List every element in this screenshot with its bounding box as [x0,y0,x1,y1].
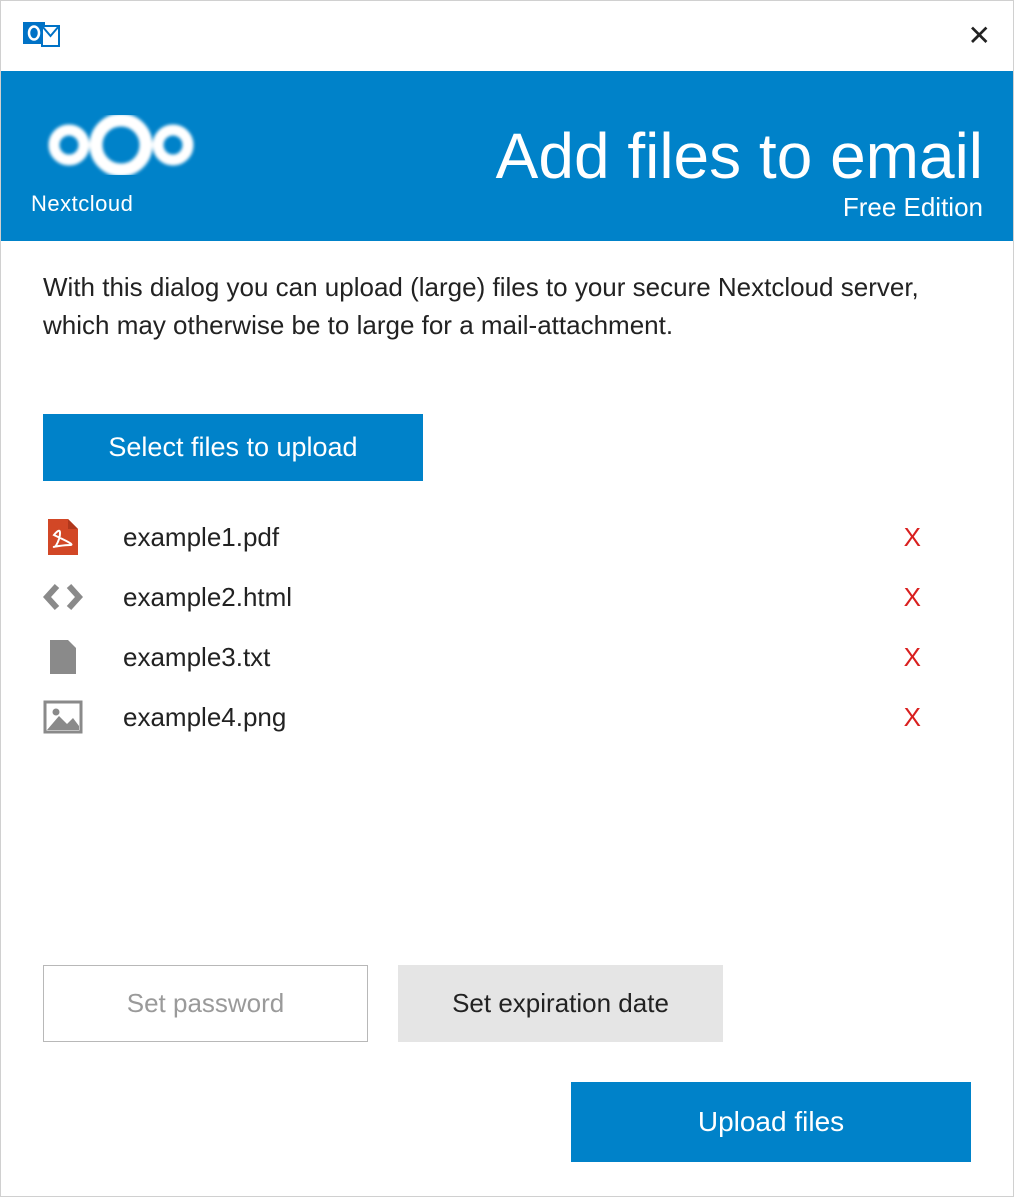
titlebar: ✕ [1,1,1013,71]
banner: Nextcloud Add files to email Free Editio… [1,71,1013,241]
set-password-button[interactable]: Set password [43,965,368,1042]
nextcloud-logo-text: Nextcloud [31,191,133,217]
banner-titles: Add files to email Free Edition [496,124,983,223]
remove-file-button[interactable]: X [904,642,971,673]
titlebar-icon [23,16,63,57]
remove-file-button[interactable]: X [904,522,971,553]
file-name: example1.pdf [123,522,904,553]
close-icon: ✕ [968,20,991,51]
bottom-section: Set password Set expiration date Upload … [43,965,971,1162]
banner-subtitle: Free Edition [496,192,983,223]
file-name: example2.html [123,582,904,613]
dialog: ✕ Nextcloud Add files to email [0,0,1014,1197]
file-list: example1.pdf X example2.html X [43,507,971,747]
remove-file-button[interactable]: X [904,702,971,733]
close-button[interactable]: ✕ [968,22,991,50]
content: With this dialog you can upload (large) … [1,241,1013,1196]
upload-files-button[interactable]: Upload files [571,1082,971,1162]
banner-logo-area: Nextcloud [31,110,211,223]
file-row: example3.txt X [43,627,971,687]
upload-row: Upload files [43,1082,971,1162]
outlook-icon [23,16,63,57]
pdf-icon [43,517,83,557]
code-icon [43,577,83,617]
remove-file-button[interactable]: X [904,582,971,613]
file-name: example4.png [123,702,904,733]
image-icon [43,697,83,737]
banner-title: Add files to email [496,124,983,188]
file-row: example2.html X [43,567,971,627]
set-expiration-button[interactable]: Set expiration date [398,965,723,1042]
options-row: Set password Set expiration date [43,965,971,1042]
select-files-button[interactable]: Select files to upload [43,414,423,481]
file-icon [43,637,83,677]
nextcloud-logo-icon [31,110,211,185]
file-name: example3.txt [123,642,904,673]
description-text: With this dialog you can upload (large) … [43,269,971,344]
file-row: example1.pdf X [43,507,971,567]
file-row: example4.png X [43,687,971,747]
